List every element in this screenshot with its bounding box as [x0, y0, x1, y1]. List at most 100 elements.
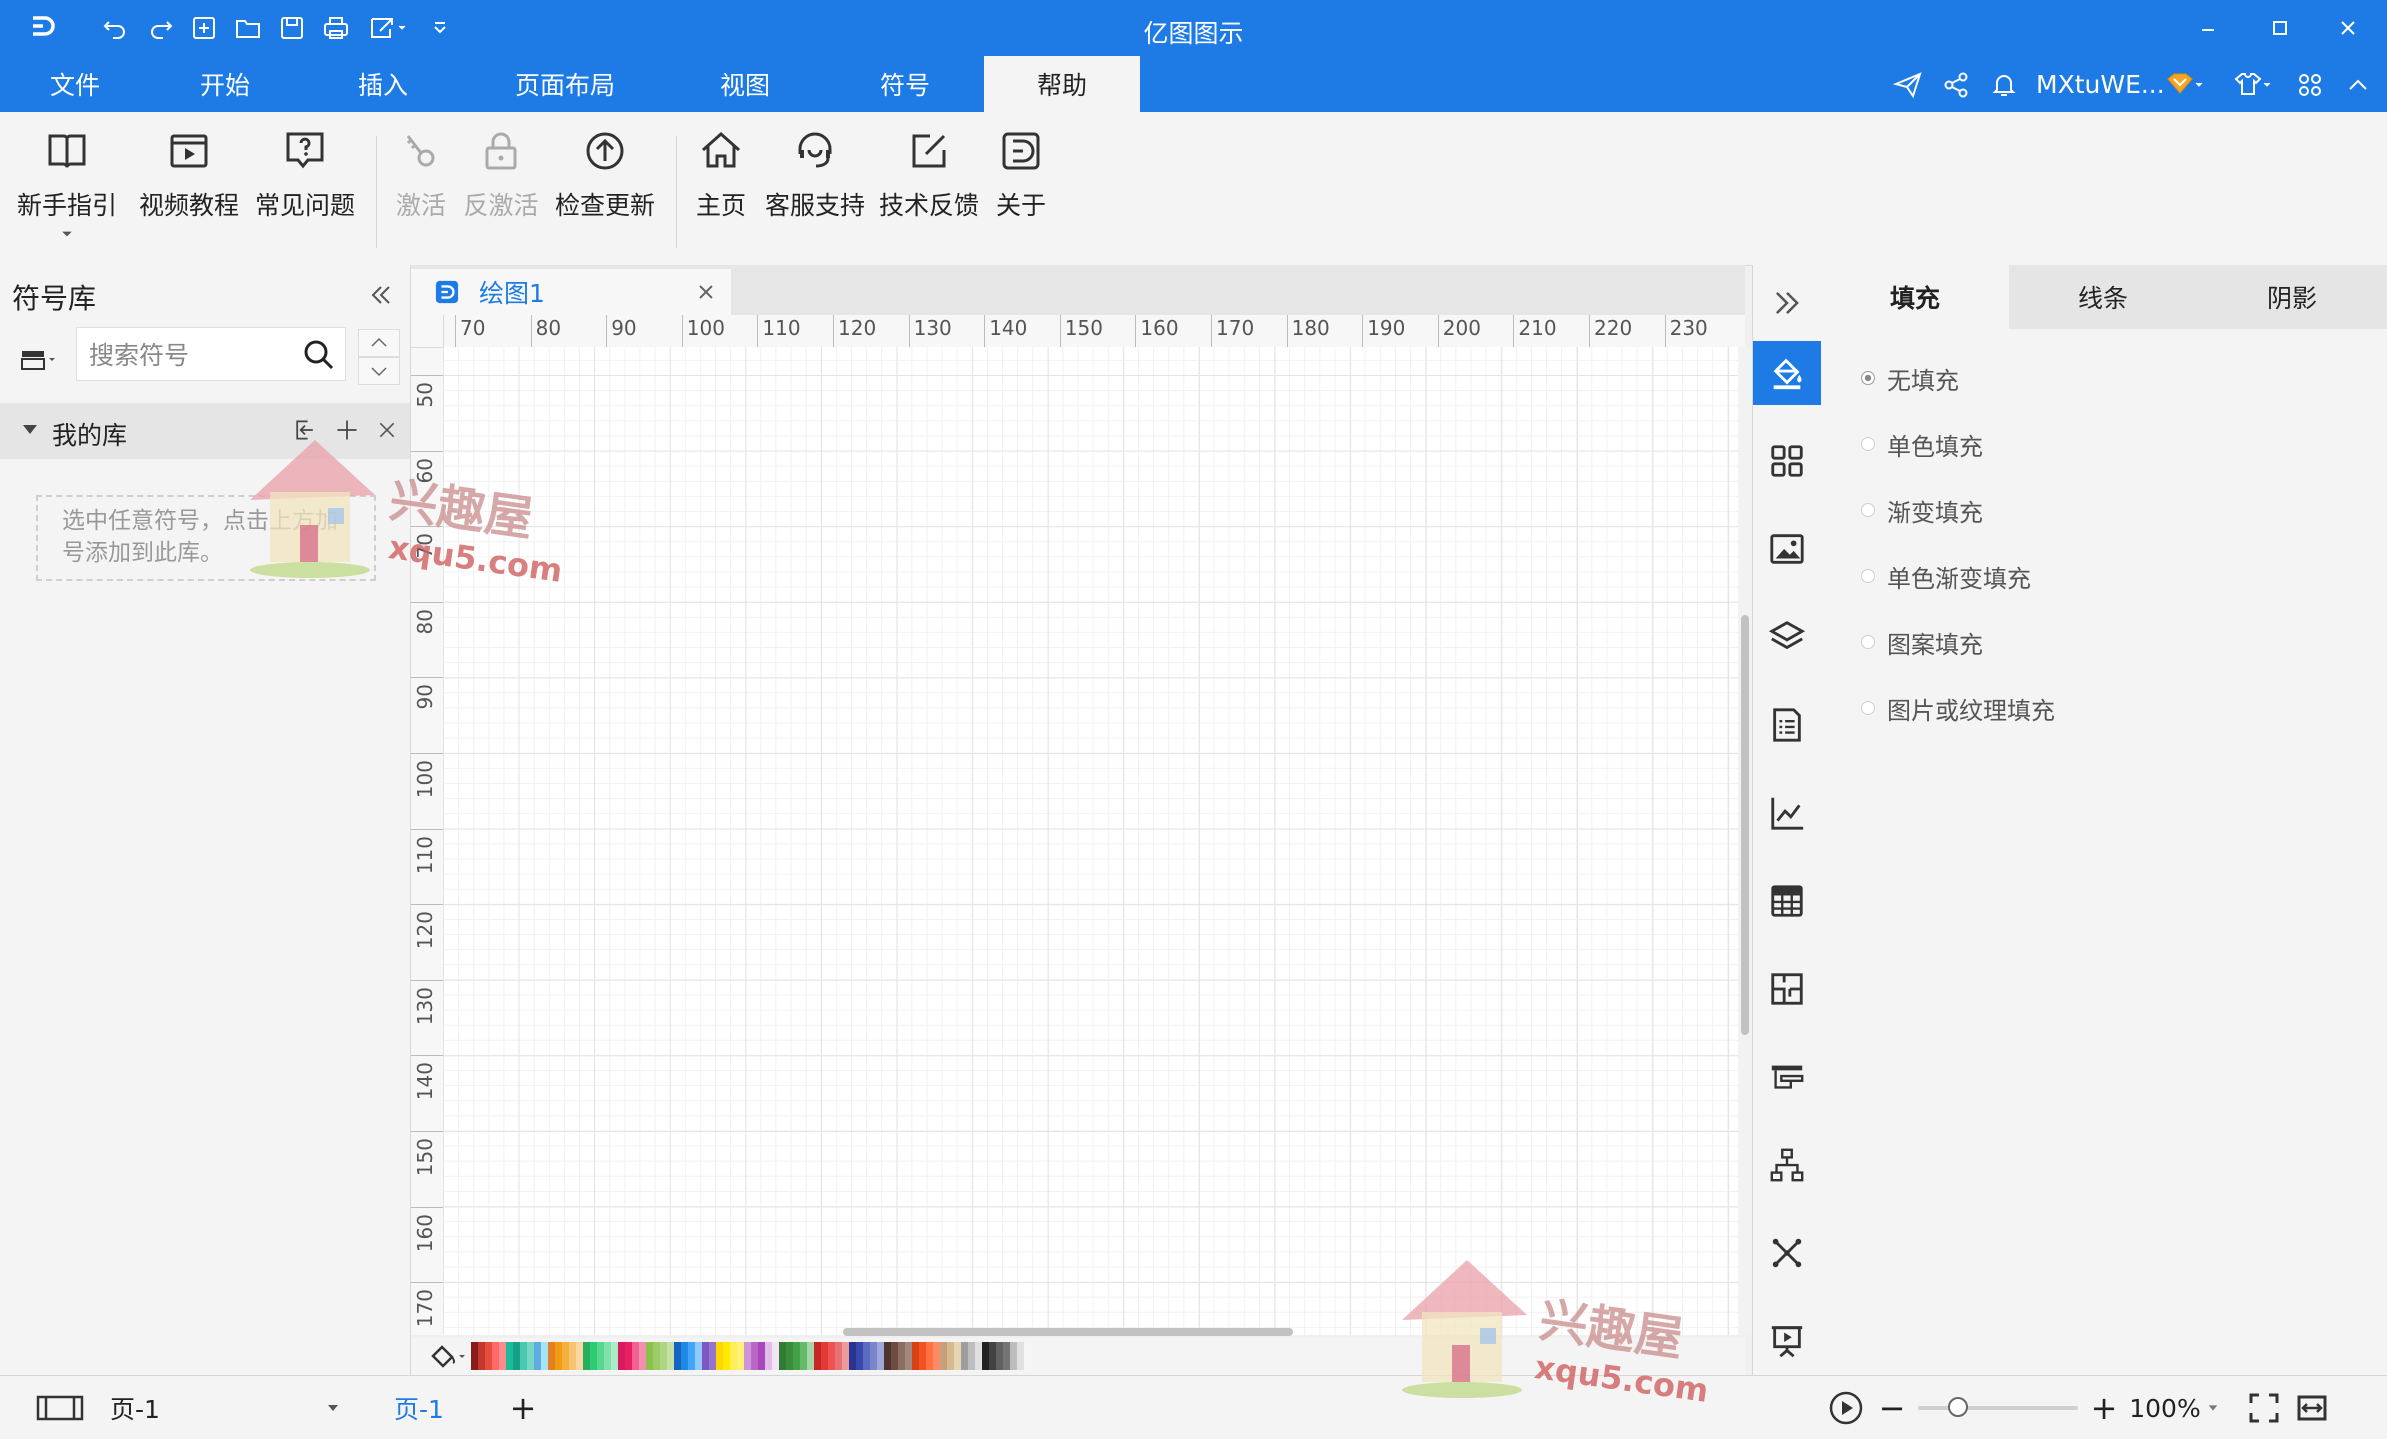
- deactivate-button[interactable]: 反激活: [458, 124, 544, 252]
- horizontal-scroll-thumb[interactable]: [843, 1328, 1293, 1336]
- color-swatch[interactable]: [583, 1342, 590, 1370]
- apps-icon[interactable]: [2290, 64, 2330, 106]
- color-swatch[interactable]: [786, 1342, 793, 1370]
- play-icon[interactable]: [1824, 1386, 1868, 1430]
- open-icon[interactable]: [226, 10, 270, 46]
- theme-icon[interactable]: [2222, 64, 2282, 106]
- color-swatch[interactable]: [597, 1342, 604, 1370]
- radio[interactable]: [1861, 635, 1875, 649]
- color-swatch[interactable]: [842, 1342, 849, 1370]
- fit-width-icon[interactable]: [2292, 1386, 2332, 1430]
- fill-option-solid[interactable]: 单色填充: [1861, 424, 1983, 464]
- color-swatch[interactable]: [555, 1342, 562, 1370]
- new-icon[interactable]: [182, 10, 226, 46]
- color-swatch[interactable]: [968, 1342, 975, 1370]
- fill-bucket-icon[interactable]: [427, 1342, 467, 1372]
- scroll-up-button[interactable]: [358, 329, 400, 357]
- username[interactable]: MXtuWE...: [2036, 64, 2165, 106]
- color-swatch[interactable]: [856, 1342, 863, 1370]
- collapse-ribbon-icon[interactable]: [2338, 64, 2378, 106]
- tech-feedback-button[interactable]: 技术反馈: [874, 124, 984, 252]
- radio[interactable]: [1861, 701, 1875, 715]
- minimize-button[interactable]: [2178, 6, 2238, 50]
- color-swatch[interactable]: [639, 1342, 646, 1370]
- vertical-scrollbar[interactable]: [1738, 347, 1752, 1335]
- customize-icon[interactable]: [418, 10, 462, 46]
- my-library-header[interactable]: 我的库: [0, 403, 410, 459]
- color-swatch[interactable]: [618, 1342, 625, 1370]
- color-swatch[interactable]: [548, 1342, 555, 1370]
- color-swatch[interactable]: [814, 1342, 821, 1370]
- color-swatch[interactable]: [877, 1342, 884, 1370]
- color-swatch[interactable]: [709, 1342, 716, 1370]
- zoom-slider-thumb[interactable]: [1948, 1397, 1968, 1417]
- color-swatch[interactable]: [730, 1342, 737, 1370]
- maximize-button[interactable]: [2250, 6, 2310, 50]
- color-swatch[interactable]: [604, 1342, 611, 1370]
- page-panel-toggle-icon[interactable]: [30, 1386, 90, 1430]
- radio[interactable]: [1861, 437, 1875, 451]
- color-swatch[interactable]: [884, 1342, 891, 1370]
- color-swatch[interactable]: [807, 1342, 814, 1370]
- collapse-left-icon[interactable]: [360, 275, 400, 315]
- color-swatch[interactable]: [898, 1342, 905, 1370]
- color-swatch[interactable]: [975, 1342, 982, 1370]
- color-swatch[interactable]: [492, 1342, 499, 1370]
- color-swatch[interactable]: [632, 1342, 639, 1370]
- color-swatch[interactable]: [723, 1342, 730, 1370]
- activate-button[interactable]: 激活: [386, 124, 456, 252]
- undo-icon[interactable]: [94, 10, 138, 46]
- tab-insert[interactable]: 插入: [328, 56, 438, 112]
- drawing-canvas[interactable]: [443, 347, 1745, 1335]
- tab-shadow[interactable]: 阴影: [2197, 265, 2387, 329]
- close-library-icon[interactable]: [372, 415, 402, 445]
- add-page-button[interactable]: +: [500, 1386, 546, 1430]
- fill-option-pattern[interactable]: 图案填充: [1861, 622, 1983, 662]
- color-swatch[interactable]: [499, 1342, 506, 1370]
- color-swatch[interactable]: [1003, 1342, 1010, 1370]
- tab-file[interactable]: 文件: [20, 56, 130, 112]
- org-panel-button[interactable]: [1753, 1133, 1821, 1197]
- color-swatch[interactable]: [982, 1342, 989, 1370]
- color-swatch[interactable]: [1024, 1342, 1031, 1370]
- color-swatch[interactable]: [716, 1342, 723, 1370]
- fill-option-gradient[interactable]: 渐变填充: [1861, 490, 1983, 530]
- color-swatch[interactable]: [667, 1342, 674, 1370]
- zoom-out-button[interactable]: −: [1874, 1386, 1910, 1430]
- print-icon[interactable]: [314, 10, 358, 46]
- beginner-guide-button[interactable]: 新手指引: [12, 124, 122, 252]
- radio-selected[interactable]: [1861, 371, 1875, 385]
- notification-icon[interactable]: [1984, 64, 2024, 106]
- color-swatch[interactable]: [1017, 1342, 1024, 1370]
- page-tab-active[interactable]: 页-1: [384, 1386, 454, 1430]
- color-swatch[interactable]: [527, 1342, 534, 1370]
- import-icon[interactable]: [290, 415, 320, 445]
- color-swatch[interactable]: [674, 1342, 681, 1370]
- close-button[interactable]: [2318, 6, 2378, 50]
- video-tutorial-button[interactable]: 视频教程: [134, 124, 244, 252]
- color-swatch[interactable]: [695, 1342, 702, 1370]
- color-swatch[interactable]: [947, 1342, 954, 1370]
- color-swatch[interactable]: [863, 1342, 870, 1370]
- color-swatch[interactable]: [828, 1342, 835, 1370]
- color-swatch[interactable]: [758, 1342, 765, 1370]
- color-swatch[interactable]: [520, 1342, 527, 1370]
- radio[interactable]: [1861, 503, 1875, 517]
- color-swatch[interactable]: [835, 1342, 842, 1370]
- color-swatch[interactable]: [954, 1342, 961, 1370]
- fit-page-icon[interactable]: [2244, 1386, 2284, 1430]
- symbol-search-input[interactable]: [87, 336, 301, 374]
- color-swatch[interactable]: [485, 1342, 492, 1370]
- tab-help[interactable]: 帮助: [984, 56, 1140, 112]
- color-swatch[interactable]: [646, 1342, 653, 1370]
- tab-page-layout[interactable]: 页面布局: [490, 56, 640, 112]
- color-swatch[interactable]: [919, 1342, 926, 1370]
- color-swatch[interactable]: [765, 1342, 772, 1370]
- page-select[interactable]: 页-1: [110, 1386, 340, 1430]
- color-swatch[interactable]: [800, 1342, 807, 1370]
- app-logo-icon[interactable]: [20, 10, 64, 46]
- tab-line[interactable]: 线条: [2009, 265, 2197, 329]
- color-swatch[interactable]: [870, 1342, 877, 1370]
- table-panel-button[interactable]: [1753, 869, 1821, 933]
- color-swatch[interactable]: [625, 1342, 632, 1370]
